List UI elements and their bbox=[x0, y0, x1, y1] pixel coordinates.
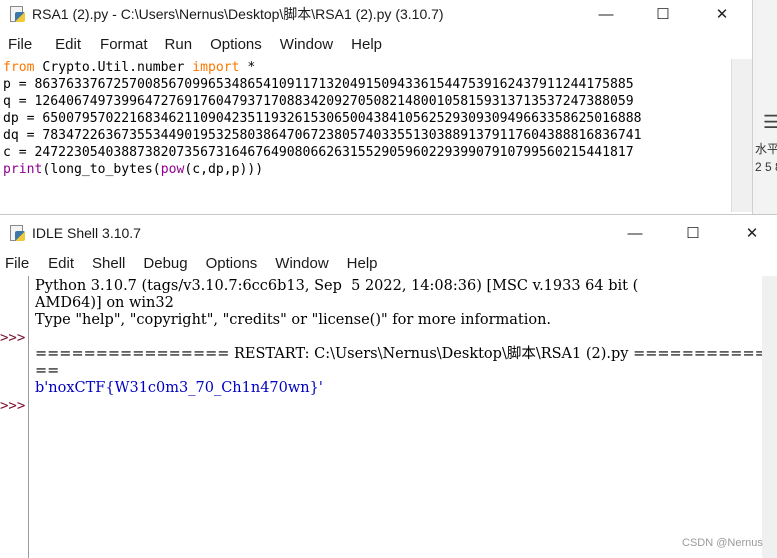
builtin-print: print bbox=[3, 162, 43, 177]
background-label: 水平 bbox=[755, 142, 777, 156]
builtin-pow: pow bbox=[160, 162, 185, 177]
shell-menu-shell[interactable]: Shell bbox=[92, 255, 125, 272]
code-line-import: from Crypto.Util.number import * bbox=[3, 59, 730, 76]
func-long-to-bytes: long_to_bytes bbox=[50, 162, 153, 177]
shell-output[interactable]: Python 3.10.7 (tags/v3.10.7:6cc6b13, Sep… bbox=[35, 278, 762, 558]
python-file-icon bbox=[8, 5, 26, 23]
import-star: * bbox=[239, 60, 256, 75]
code-line-c: c = 247223054038873820735673164676490806… bbox=[3, 145, 634, 160]
editor-window: RSA1 (2).py - C:\Users\Nernus\Desktop\脚本… bbox=[0, 0, 752, 212]
maximize-button[interactable]: ☐ bbox=[640, 0, 686, 28]
banner-line-1: Python 3.10.7 (tags/v3.10.7:6cc6b13, Sep… bbox=[35, 278, 639, 294]
menu-help[interactable]: Help bbox=[351, 36, 382, 53]
close-button[interactable]: ✕ bbox=[699, 0, 745, 28]
shell-menu-edit[interactable]: Edit bbox=[48, 255, 74, 272]
code-line-dp: dp = 65007957022168346211090423511932615… bbox=[3, 111, 642, 126]
editor-scrollbar[interactable] bbox=[731, 59, 752, 212]
restart-line-wrap: == bbox=[35, 363, 60, 379]
shell-title: IDLE Shell 3.10.7 bbox=[32, 225, 141, 241]
keyword-from: from bbox=[3, 60, 35, 75]
editor-title: RSA1 (2).py - C:\Users\Nernus\Desktop\脚本… bbox=[32, 6, 444, 22]
prompt-marker: >>> bbox=[0, 398, 26, 414]
module-name: Crypto.Util.number bbox=[34, 60, 193, 75]
editor-menubar: File Edit Format Run Options Window Help bbox=[0, 32, 382, 56]
menu-format[interactable]: Format bbox=[100, 36, 148, 53]
background-window: ☰ 水平 2 5 8 bbox=[752, 0, 777, 214]
restart-line: ================ RESTART: C:\Users\Nernu… bbox=[35, 346, 762, 362]
watermark: CSDN @Nernus bbox=[682, 537, 763, 549]
menu-options[interactable]: Options bbox=[210, 36, 262, 53]
paren-open-2: ( bbox=[152, 162, 161, 177]
menu-lines-icon: ☰ bbox=[763, 112, 777, 133]
keyword-import: import bbox=[192, 60, 240, 75]
shell-menubar: File Edit Shell Debug Options Window Hel… bbox=[0, 251, 378, 275]
menu-window[interactable]: Window bbox=[280, 36, 333, 53]
code-editor[interactable]: from Crypto.Util.number import * p = 863… bbox=[3, 59, 730, 209]
shell-menu-help[interactable]: Help bbox=[347, 255, 378, 272]
code-line-print: print(long_to_bytes(pow(c,dp,p))) bbox=[3, 161, 730, 178]
shell-close-button[interactable]: ✕ bbox=[729, 219, 775, 247]
pow-args: (c,dp,p))) bbox=[184, 162, 264, 177]
prompt-marker: >>> bbox=[0, 330, 26, 346]
menu-edit[interactable]: Edit bbox=[55, 36, 81, 53]
shell-window: IDLE Shell 3.10.7 — ☐ ✕ File Edit Shell … bbox=[0, 214, 777, 558]
idle-shell-icon bbox=[8, 224, 26, 242]
banner-line-2: AMD64)] on win32 bbox=[35, 295, 174, 311]
code-line-dq: dq = 78347226367355344901953258038647067… bbox=[3, 128, 642, 143]
menu-file[interactable]: File bbox=[8, 36, 32, 53]
flag-output: b'noxCTF{W31c0m3_70_Ch1n470wn}' bbox=[35, 380, 323, 396]
shell-scrollbar[interactable] bbox=[762, 276, 777, 558]
minimize-button[interactable]: — bbox=[583, 0, 629, 28]
background-value: 2 5 8 bbox=[755, 160, 777, 174]
shell-menu-debug[interactable]: Debug bbox=[143, 255, 187, 272]
shell-menu-window[interactable]: Window bbox=[275, 255, 328, 272]
shell-maximize-button[interactable]: ☐ bbox=[670, 219, 716, 247]
shell-titlebar: IDLE Shell 3.10.7 bbox=[0, 219, 777, 247]
shell-minimize-button[interactable]: — bbox=[612, 219, 658, 247]
menu-run[interactable]: Run bbox=[165, 36, 193, 53]
prompt-gutter: >>> >>> bbox=[0, 276, 29, 558]
shell-menu-options[interactable]: Options bbox=[206, 255, 258, 272]
code-line-q: q = 126406749739964727691760479371708834… bbox=[3, 94, 634, 109]
shell-menu-file[interactable]: File bbox=[5, 255, 29, 272]
banner-line-3: Type "help", "copyright", "credits" or "… bbox=[35, 312, 552, 328]
code-line-p: p = 863763376725700856709965348654109117… bbox=[3, 77, 634, 92]
